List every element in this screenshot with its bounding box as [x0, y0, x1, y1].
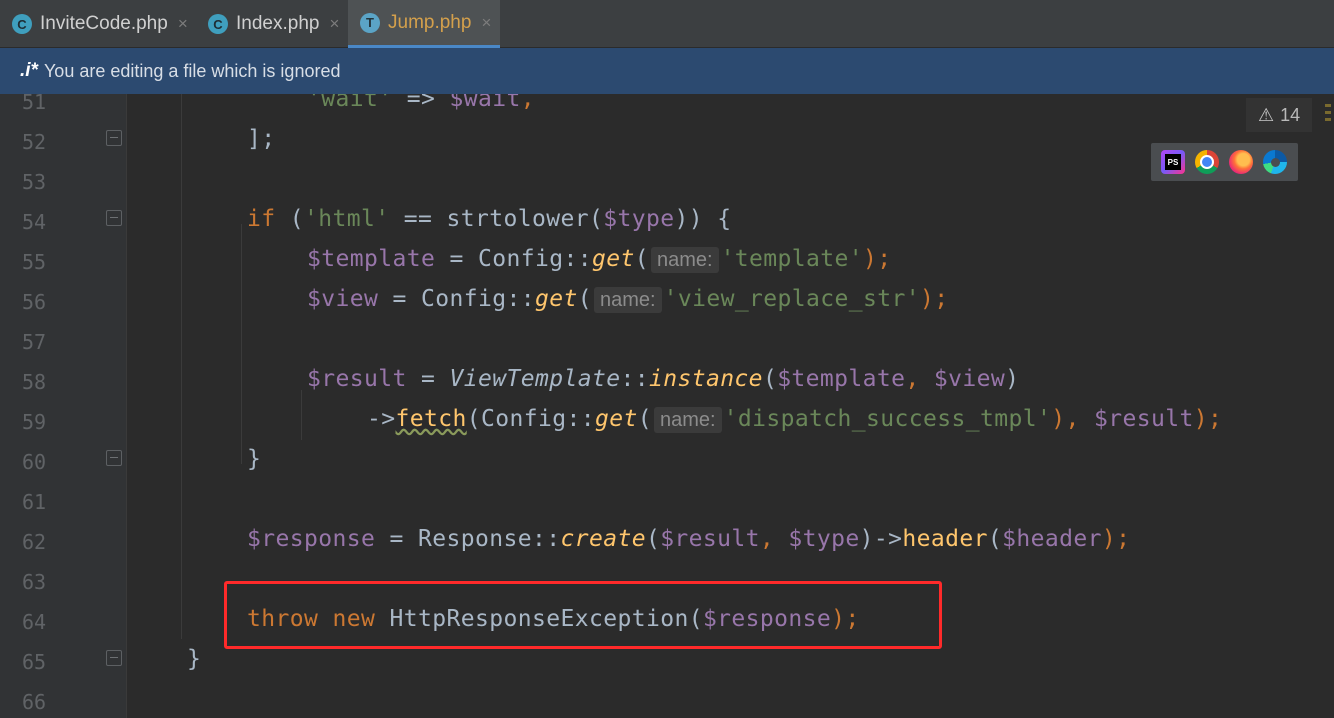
chrome-icon[interactable] — [1195, 150, 1219, 174]
tab-label: Jump.php — [388, 11, 472, 33]
code-line: ]; — [247, 126, 276, 152]
inspection-widget[interactable]: ⚠ 14 — [1246, 98, 1312, 132]
fold-marker-icon[interactable] — [106, 210, 122, 226]
open-in-browser-toolbar — [1151, 143, 1298, 181]
line-number: 64 — [22, 610, 47, 634]
indent-guide — [241, 224, 242, 464]
close-icon[interactable]: × — [481, 13, 491, 33]
fold-marker-icon[interactable] — [106, 650, 122, 666]
line-number: 52 — [22, 130, 47, 154]
scrollbar-markers[interactable] — [1322, 100, 1334, 130]
code-line: $result = ViewTemplate::instance($templa… — [307, 366, 1020, 392]
line-number: 51 — [22, 94, 47, 114]
line-number: 55 — [22, 250, 47, 274]
parameter-hint: name: — [653, 407, 722, 433]
line-gutter: 51 52 53 54 55 56 57 58 59 60 61 62 63 6… — [0, 94, 126, 718]
line-number: 58 — [22, 370, 47, 394]
warning-count: 14 — [1280, 104, 1301, 125]
php-class-icon: C — [12, 14, 32, 34]
line-number: 62 — [22, 530, 47, 554]
line-number: 66 — [22, 690, 47, 714]
code-line: if ('html' == strtolower($type)) { — [247, 206, 732, 232]
code-line: } — [187, 646, 202, 672]
tab-index[interactable]: C Index.php × — [200, 0, 348, 48]
ignored-file-banner: .i* You are editing a file which is igno… — [0, 48, 1334, 94]
warning-icon: ⚠ — [1258, 104, 1275, 125]
line-number: 53 — [22, 170, 47, 194]
code-line: 'wait' => $wait, — [307, 94, 535, 112]
fold-marker-icon[interactable] — [106, 450, 122, 466]
edge-icon[interactable] — [1263, 150, 1287, 174]
php-trait-icon: T — [360, 12, 380, 33]
fold-marker-icon[interactable] — [106, 130, 122, 146]
code-editor[interactable]: 51 52 53 54 55 56 57 58 59 60 61 62 63 6… — [0, 94, 1334, 718]
line-number: 63 — [22, 570, 47, 594]
close-icon[interactable]: × — [178, 14, 188, 34]
parameter-hint: name: — [593, 287, 662, 313]
code-line: $response = Response::create($result, $t… — [247, 526, 1131, 552]
line-number: 60 — [22, 450, 47, 474]
line-number: 65 — [22, 650, 47, 674]
tab-invitecode[interactable]: C InviteCode.php × — [0, 0, 200, 48]
banner-text: You are editing a file which is ignored — [43, 60, 341, 81]
parameter-hint: name: — [650, 247, 719, 273]
tab-label: Index.php — [236, 13, 320, 34]
phpstorm-icon[interactable] — [1161, 150, 1185, 174]
ignore-file-icon: .i* — [20, 60, 38, 81]
line-number: 54 — [22, 210, 47, 234]
tab-label: InviteCode.php — [40, 13, 168, 34]
line-number: 57 — [22, 330, 47, 354]
close-icon[interactable]: × — [329, 14, 339, 34]
code-line: ->fetch(Config::get(name:'dispatch_succe… — [367, 406, 1223, 433]
code-line: $view = Config::get(name:'view_replace_s… — [307, 286, 949, 313]
line-number: 59 — [22, 410, 47, 434]
firefox-icon[interactable] — [1229, 150, 1253, 174]
php-class-icon: C — [208, 14, 228, 34]
code-line: } — [247, 446, 262, 472]
highlight-box — [224, 581, 942, 649]
editor-tab-bar: C InviteCode.php × C Index.php × T Jump.… — [0, 0, 1334, 48]
indent-guide — [301, 390, 302, 440]
tab-jump[interactable]: T Jump.php × — [348, 0, 500, 48]
line-number: 61 — [22, 490, 47, 514]
line-number: 56 — [22, 290, 47, 314]
code-line: $template = Config::get(name:'template')… — [307, 246, 892, 273]
indent-guide — [181, 94, 182, 639]
